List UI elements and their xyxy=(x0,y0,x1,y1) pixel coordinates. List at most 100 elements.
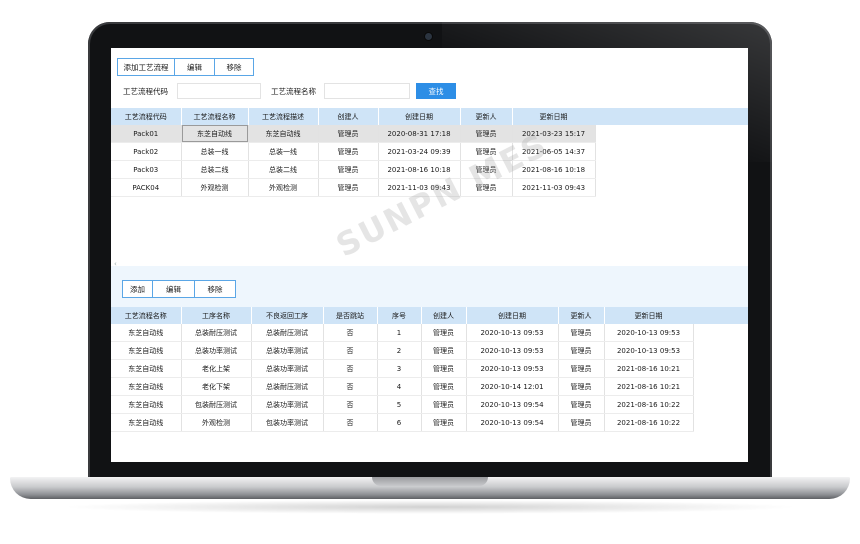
step-table-cell[interactable]: 2021-08-16 10:21 xyxy=(604,377,694,396)
process-table-cell[interactable]: Pack01 xyxy=(111,125,182,143)
step-table-cell[interactable]: 2 xyxy=(377,341,422,360)
step-table-cell[interactable]: 2020-10-13 09:53 xyxy=(604,324,694,342)
step-table-row[interactable]: 东芝自动线 老化上架 总装功率测试否 3 管理员 2020-10-13 09:53 管理员 2… xyxy=(111,359,694,378)
process-table-cell[interactable]: 2021-11-03 09:43 xyxy=(378,178,461,197)
step-table-cell[interactable]: 2020-10-13 09:53 xyxy=(466,324,559,342)
process-table-cell[interactable]: 管理员 xyxy=(318,178,379,197)
process-name-input[interactable] xyxy=(324,83,410,99)
process-table-cell[interactable]: 总装一线 xyxy=(248,142,319,161)
process-table-cell[interactable]: 总装一线 xyxy=(181,142,249,161)
process-code-input[interactable] xyxy=(177,83,261,99)
step-table-cell[interactable]: 管理员 xyxy=(558,413,605,432)
add-step-button[interactable]: 添加 xyxy=(122,280,153,298)
process-table-cell[interactable]: 2021-03-23 15:17 xyxy=(512,125,596,143)
process-table-cell[interactable]: Pack03 xyxy=(111,160,182,179)
process-table-cell[interactable]: 2020-08-31 17:18 xyxy=(378,125,461,143)
step-table-cell[interactable]: 2020-10-13 09:53 xyxy=(466,359,559,378)
process-table-cell[interactable]: 管理员 xyxy=(460,178,513,197)
edit-process-button[interactable]: 编辑 xyxy=(174,58,215,76)
process-table-cell[interactable]: 管理员 xyxy=(318,160,379,179)
step-table-cell[interactable]: 6 xyxy=(377,413,422,432)
step-table-cell[interactable]: 2021-08-16 10:22 xyxy=(604,395,694,414)
process-table-column-header[interactable]: 更新日期 xyxy=(512,108,596,125)
step-table-cell[interactable]: 管理员 xyxy=(421,341,467,360)
step-table-cell[interactable]: 否 xyxy=(323,359,378,378)
process-table-column-header[interactable]: 创建人 xyxy=(318,108,379,125)
process-table-column-header[interactable]: 工艺流程名称 xyxy=(181,108,249,125)
process-table-column-header[interactable]: 工艺流程描述 xyxy=(248,108,319,125)
step-table-cell[interactable]: 否 xyxy=(323,324,378,342)
step-table-cell[interactable]: 否 xyxy=(323,413,378,432)
step-table-cell[interactable]: 管理员 xyxy=(421,395,467,414)
step-table-cell[interactable]: 总装功率测试 xyxy=(251,395,324,414)
step-table-cell[interactable]: 4 xyxy=(377,377,422,396)
process-table-row[interactable]: Pack03 总装二线 总装二线 管理员 2021-08-16 10:18 管理员 2021… xyxy=(111,160,596,179)
process-table-cell[interactable]: Pack02 xyxy=(111,142,182,161)
process-table-cell[interactable]: 外观检测 xyxy=(248,178,319,197)
edit-step-button[interactable]: 编辑 xyxy=(152,280,195,298)
step-table-cell[interactable]: 管理员 xyxy=(558,359,605,378)
step-table-cell[interactable]: 老化下架 xyxy=(181,377,252,396)
process-table-row[interactable]: PACK04 外观检测 外观检测 管理员 2021-11-03 09:43 管理员 2021… xyxy=(111,178,596,197)
step-table-cell[interactable]: 管理员 xyxy=(558,324,605,342)
process-table-column-header[interactable]: 创建日期 xyxy=(378,108,461,125)
process-table-cell[interactable]: 2021-06-05 14:37 xyxy=(512,142,596,161)
step-table-cell[interactable]: 外观检测 xyxy=(181,413,252,432)
step-table-column-header[interactable]: 工序名称 xyxy=(181,307,252,324)
step-table-row[interactable]: 东芝自动线 老化下架 总装耐压测试否 4 管理员 2020-10-14 12:01 管理员 2… xyxy=(111,377,694,396)
process-table-column-header[interactable]: 更新人 xyxy=(460,108,513,125)
process-table-cell[interactable]: 2021-11-03 09:43 xyxy=(512,178,596,197)
step-table-cell[interactable]: 1 xyxy=(377,324,422,342)
step-table-cell[interactable]: 管理员 xyxy=(421,359,467,378)
step-table-cell[interactable]: 管理员 xyxy=(558,341,605,360)
step-table-cell[interactable]: 东芝自动线 xyxy=(111,395,182,414)
step-table-cell[interactable]: 管理员 xyxy=(421,377,467,396)
process-table-cell[interactable]: 东芝自动线 xyxy=(181,125,249,143)
step-table-cell[interactable]: 3 xyxy=(377,359,422,378)
step-table-cell[interactable]: 东芝自动线 xyxy=(111,413,182,432)
process-table-cell[interactable]: PACK04 xyxy=(111,178,182,197)
step-table-cell[interactable]: 2020-10-13 09:53 xyxy=(466,341,559,360)
step-table-cell[interactable]: 2021-08-16 10:22 xyxy=(604,413,694,432)
step-table-column-header[interactable]: 更新日期 xyxy=(604,307,694,324)
step-table-cell[interactable]: 总装功率测试 xyxy=(251,341,324,360)
step-table-cell[interactable]: 管理员 xyxy=(421,324,467,342)
step-table-cell[interactable]: 否 xyxy=(323,377,378,396)
step-table-row[interactable]: 东芝自动线 总装耐压测试 总装耐压测试否 1 管理员 2020-10-13 09:53 管理… xyxy=(111,324,694,342)
process-table-cell[interactable]: 管理员 xyxy=(318,142,379,161)
step-table-cell[interactable]: 管理员 xyxy=(421,413,467,432)
step-table-cell[interactable]: 否 xyxy=(323,341,378,360)
process-table-cell[interactable]: 管理员 xyxy=(318,125,379,143)
step-table-cell[interactable]: 管理员 xyxy=(558,377,605,396)
process-table-cell[interactable]: 管理员 xyxy=(460,125,513,143)
process-table-cell[interactable]: 2021-03-24 09:39 xyxy=(378,142,461,161)
step-table-cell[interactable]: 老化上架 xyxy=(181,359,252,378)
step-table-cell[interactable]: 总装耐压测试 xyxy=(181,324,252,342)
step-table-cell[interactable]: 2021-08-16 10:21 xyxy=(604,359,694,378)
step-table-cell[interactable]: 东芝自动线 xyxy=(111,377,182,396)
process-table-cell[interactable]: 管理员 xyxy=(460,142,513,161)
step-table-cell[interactable]: 2020-10-13 09:54 xyxy=(466,413,559,432)
remove-step-button[interactable]: 移除 xyxy=(194,280,236,298)
step-table-cell[interactable]: 否 xyxy=(323,395,378,414)
step-table-column-header[interactable]: 不良返回工序 xyxy=(251,307,324,324)
step-table-column-header[interactable]: 更新人 xyxy=(558,307,605,324)
step-table-cell[interactable]: 总装功率测试 xyxy=(251,359,324,378)
process-table-cell[interactable]: 2021-08-16 10:18 xyxy=(378,160,461,179)
process-table-cell[interactable]: 东芝自动线 xyxy=(248,125,319,143)
step-table-cell[interactable]: 东芝自动线 xyxy=(111,324,182,342)
process-table-cell[interactable]: 总装二线 xyxy=(181,160,249,179)
step-table-row[interactable]: 东芝自动线 包装耐压测试 总装功率测试否 5 管理员 2020-10-13 09:54 管理… xyxy=(111,395,694,414)
step-table-column-header[interactable]: 是否跳站 xyxy=(323,307,378,324)
step-table-column-header[interactable]: 创建人 xyxy=(421,307,467,324)
step-table-column-header[interactable]: 工艺流程名称 xyxy=(111,307,182,324)
step-table-cell[interactable]: 包装耐压测试 xyxy=(181,395,252,414)
step-table-row[interactable]: 东芝自动线 总装功率测试 总装功率测试否 2 管理员 2020-10-13 09:53 管理… xyxy=(111,341,694,360)
process-table-column-header[interactable]: 工艺流程代码 xyxy=(111,108,182,125)
step-table-cell[interactable]: 东芝自动线 xyxy=(111,359,182,378)
step-table-cell[interactable]: 总装功率测试 xyxy=(181,341,252,360)
step-table-cell[interactable]: 5 xyxy=(377,395,422,414)
process-table-cell[interactable]: 2021-08-16 10:18 xyxy=(512,160,596,179)
step-table-cell[interactable]: 包装功率测试 xyxy=(251,413,324,432)
step-table-row[interactable]: 东芝自动线 外观检测 包装功率测试否 6 管理员 2020-10-13 09:54 管理员 2… xyxy=(111,413,694,432)
